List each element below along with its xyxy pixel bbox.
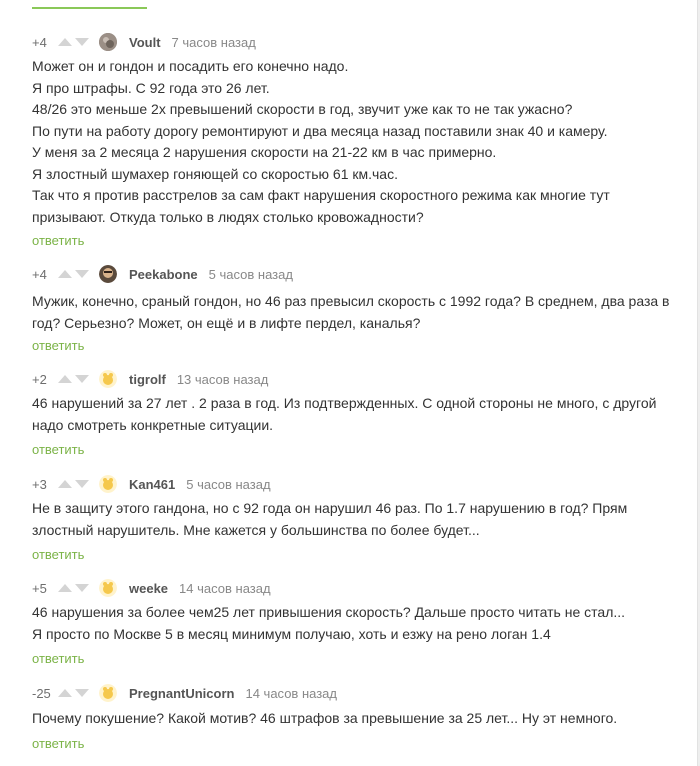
comment: -25 PregnantUnicorn 14 часов назад Почем… (0, 683, 697, 758)
vote-up-icon[interactable] (58, 480, 72, 488)
vote-down-icon[interactable] (75, 480, 89, 488)
comment-rating: +3 (32, 476, 47, 492)
vote-down-icon[interactable] (75, 270, 89, 278)
comment-header: -25 PregnantUnicorn 14 часов назад (32, 683, 337, 703)
comment-header: +4 Voult 7 часов назад (32, 32, 256, 52)
avatar[interactable] (99, 684, 117, 702)
comment-line: 48/26 это меньше 2х превышений скорости … (32, 101, 573, 117)
comment-header: +5 weeke 14 часов назад (32, 578, 271, 598)
comment-username[interactable]: PregnantUnicorn (129, 686, 234, 701)
comment-line: По пути на работу дорогу ремонтируют и д… (32, 122, 608, 139)
vote-up-icon[interactable] (58, 689, 72, 697)
comment-time: 14 часов назад (179, 580, 271, 596)
active-tab-indicator (32, 7, 147, 9)
voult-avatar-icon (99, 33, 117, 51)
reply-link[interactable]: ответить (32, 547, 84, 562)
comment-line: У меня за 2 месяца 2 нарушения скорости … (32, 144, 497, 160)
comment: +3 Kan461 5 часов назад Не в защиту этог… (0, 474, 697, 569)
comment-header: +3 Kan461 5 часов назад (32, 474, 271, 494)
comment-username[interactable]: tigrolf (129, 372, 166, 387)
comment-line: Я про штрафы. С 92 года это 26 лет. (32, 79, 270, 96)
comment-time: 13 часов назад (176, 371, 269, 387)
comment-rating: +4 (32, 266, 47, 282)
comment-line: 46 нарушений за 27 лет . 2 раза в год. И… (32, 395, 657, 411)
comment-line: Я злостный шумахер гоняющей со скоростью… (32, 165, 398, 182)
comment-text: 46 нарушения за более чем25 лет привышен… (32, 602, 682, 645)
comment-line: Я просто по Москве 5 в месяц минимум пол… (32, 625, 551, 642)
comment-username[interactable]: Kan461 (129, 477, 175, 492)
avatar[interactable] (99, 370, 117, 388)
vote-up-icon[interactable] (58, 584, 72, 592)
comment-line: призывают. Откуда только в людях столько… (32, 208, 424, 225)
default-avatar-icon (99, 684, 117, 702)
comment: +4 Voult 7 часов назад Может он и гондон… (0, 32, 697, 257)
reply-link[interactable]: ответить (32, 736, 84, 751)
comment-text: Может он и гондон и посадить его конечно… (32, 56, 682, 228)
avatar[interactable] (99, 33, 117, 51)
reply-link[interactable]: ответить (32, 338, 84, 353)
reply-link[interactable]: ответить (32, 651, 84, 666)
vote-up-icon[interactable] (58, 270, 72, 278)
reply-link[interactable]: ответить (32, 233, 84, 248)
comment-header: +4 Peekabone 5 часов назад (32, 264, 293, 284)
avatar[interactable] (99, 475, 117, 493)
comment-text: Почему покушение? Какой мотив? 46 штрафо… (32, 708, 682, 730)
comment-line: год? Серьезно? Может, он ещё и в лифте п… (32, 314, 421, 331)
comment-username[interactable]: Voult (129, 35, 161, 50)
comment-header: +2 tigrolf 13 часов назад (32, 369, 268, 389)
default-avatar-icon (99, 579, 117, 597)
vote-up-icon[interactable] (58, 375, 72, 383)
comment-time: 5 часов назад (208, 266, 293, 282)
vote-down-icon[interactable] (75, 38, 89, 46)
comment: +2 tigrolf 13 часов назад 46 нарушений з… (0, 369, 697, 464)
comment-line: 46 нарушения за более чем25 лет привышен… (32, 604, 626, 620)
comment-line: Не в защиту этого гандона, но с 92 года … (32, 500, 628, 516)
comment: +5 weeke 14 часов назад 46 нарушения за … (0, 578, 697, 673)
vote-down-icon[interactable] (75, 375, 89, 383)
vote-up-icon[interactable] (58, 38, 72, 46)
comment: +4 Peekabone 5 часов назад Мужик, конечн… (0, 264, 697, 359)
comments-panel: +4 Voult 7 часов назад Может он и гондон… (0, 0, 698, 766)
comment-line: Почему покушение? Какой мотив? 46 штрафо… (32, 710, 618, 726)
default-avatar-icon (99, 475, 117, 493)
comment-text: Не в защиту этого гандона, но с 92 года … (32, 498, 682, 541)
comment-line: злостный нарушитель. Мне кажется у больш… (32, 521, 480, 538)
comment-time: 7 часов назад (171, 34, 256, 50)
comment-time: 14 часов назад (245, 685, 337, 701)
comment-line: Мужик, конечно, сраный гондон, но 46 раз… (32, 293, 670, 309)
comment-rating: -25 (32, 685, 51, 701)
reply-link[interactable]: ответить (32, 442, 84, 457)
comment-line: надо смотреть конкретные ситуации. (32, 416, 274, 433)
comment-line: Так что я против расстрелов за сам факт … (32, 187, 610, 203)
vote-down-icon[interactable] (75, 689, 89, 697)
comment-rating: +2 (32, 371, 47, 387)
vote-down-icon[interactable] (75, 584, 89, 592)
comment-text: 46 нарушений за 27 лет . 2 раза в год. И… (32, 393, 682, 436)
comment-username[interactable]: weeke (129, 581, 168, 596)
default-avatar-icon (99, 370, 117, 388)
peekabone-avatar-icon (99, 265, 117, 283)
avatar[interactable] (99, 579, 117, 597)
comment-rating: +5 (32, 580, 47, 596)
comment-username[interactable]: Peekabone (129, 267, 198, 282)
comment-time: 5 часов назад (186, 476, 271, 492)
comment-line: Может он и гондон и посадить его конечно… (32, 58, 349, 74)
comment-text: Мужик, конечно, сраный гондон, но 46 раз… (32, 291, 682, 334)
avatar[interactable] (99, 265, 117, 283)
comment-rating: +4 (32, 34, 47, 50)
